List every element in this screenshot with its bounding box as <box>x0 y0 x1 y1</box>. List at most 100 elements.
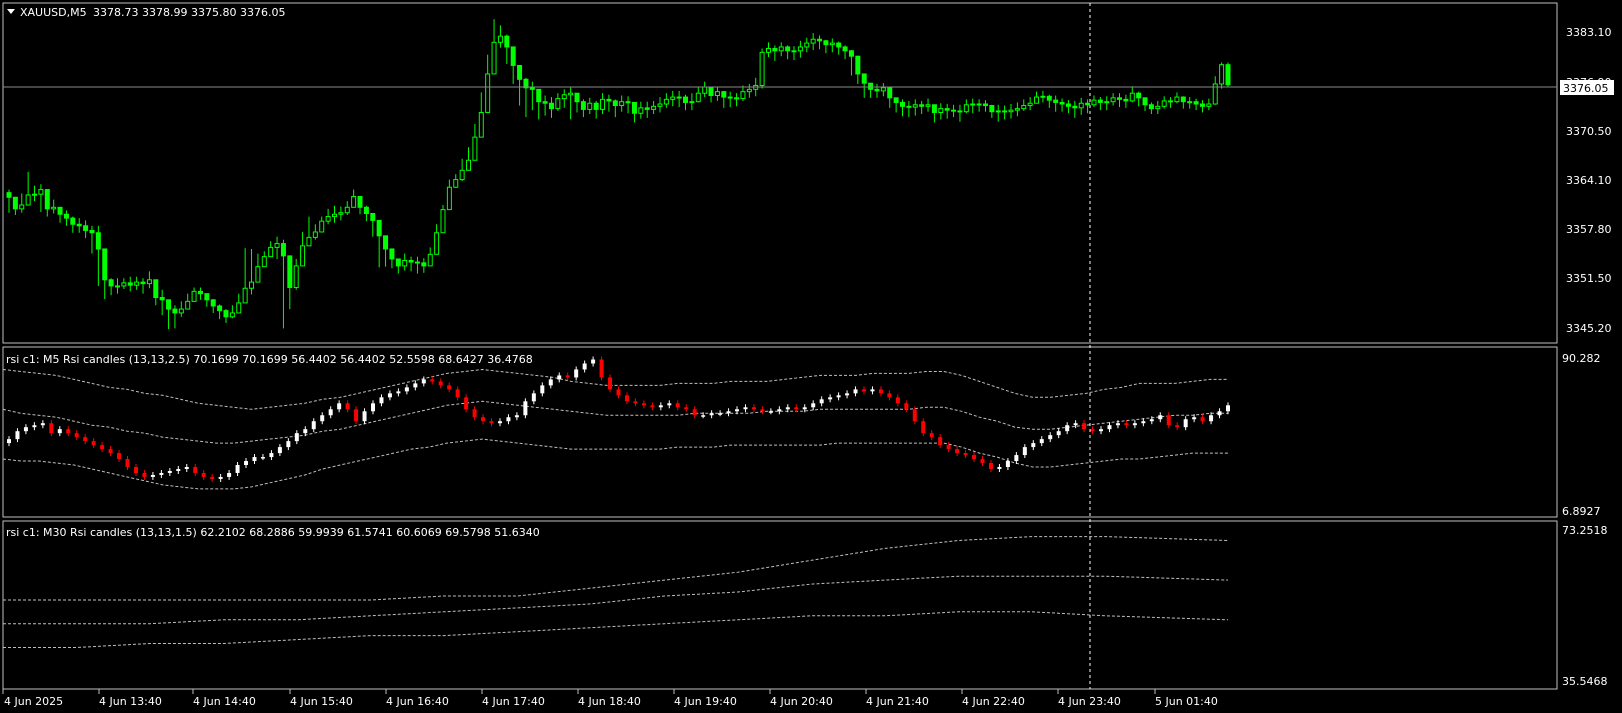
candle-body <box>453 179 459 188</box>
rsi-candle-body <box>150 474 155 477</box>
rsi-lower-band <box>2 438 1228 490</box>
time-tick: 4 Jun 23:40 <box>1058 695 1121 708</box>
rsi-candle-body <box>1005 461 1010 468</box>
rsi-candle-body <box>1073 423 1078 426</box>
candle-body <box>1046 95 1052 101</box>
candle-body <box>134 281 140 286</box>
rsi-candle-body <box>1226 405 1230 412</box>
candle-body <box>765 47 771 53</box>
candle-body <box>778 46 784 52</box>
time-tick: 4 Jun 18:40 <box>578 695 641 708</box>
time-tick: 4 Jun 16:40 <box>386 695 449 708</box>
candle-body <box>1168 100 1174 103</box>
rsi-candle-body <box>91 441 96 446</box>
candle-body <box>848 50 854 57</box>
candle-body <box>427 253 433 267</box>
candle-body <box>351 196 357 208</box>
candle-body <box>153 279 159 299</box>
rsi-candle-body <box>117 453 122 460</box>
candle-body <box>1072 105 1078 109</box>
candle-body <box>197 290 203 295</box>
candle-body <box>280 243 286 257</box>
candle-body <box>229 312 235 318</box>
rsi-candle-body <box>49 423 54 434</box>
candle-body <box>663 98 669 105</box>
candle-body <box>338 212 344 215</box>
candle-body <box>1053 99 1059 103</box>
candle-body <box>702 86 708 94</box>
rsi-candle-body <box>1065 425 1070 432</box>
rsi-candle-body <box>438 381 443 386</box>
rsi-candle-body <box>362 411 367 422</box>
rsi-candle-body <box>497 421 502 424</box>
rsi-candle-body <box>396 391 401 394</box>
rsi-candle-body <box>633 401 638 404</box>
rsi-candle-body <box>133 467 138 473</box>
candle-body <box>83 225 89 231</box>
candle-body <box>19 204 25 210</box>
candle-body <box>727 96 733 99</box>
rsi-candle-body <box>481 417 486 422</box>
rsi-candle-body <box>1175 425 1180 428</box>
candle-body <box>504 35 510 48</box>
m30-upper-band <box>3 536 1229 601</box>
rsi-candle-body <box>218 476 223 479</box>
rsi-candle-body <box>1166 415 1171 426</box>
rsi-candle-body <box>684 407 689 410</box>
rsi-m5-series <box>2 356 1230 490</box>
candle-body <box>689 101 695 104</box>
candle-body <box>957 110 963 113</box>
candle-body <box>670 96 676 100</box>
candle-body <box>376 219 382 237</box>
time-tick: 4 Jun 17:40 <box>482 695 545 708</box>
candle-body <box>395 258 401 267</box>
rsi-candle-body <box>447 385 452 390</box>
rsi-candle-body <box>785 407 790 410</box>
rsi-candle-body <box>184 467 189 470</box>
rsi-candle-body <box>938 437 943 446</box>
candle-body <box>880 87 886 92</box>
rsi-candle-body <box>455 389 460 398</box>
rsi-candle-body <box>1056 431 1061 436</box>
candle-body <box>963 104 969 113</box>
current-price-label: 3376.05 <box>1563 82 1609 95</box>
main-pane[interactable] <box>2 2 1558 344</box>
rsi-candle-body <box>853 389 858 394</box>
rsi-candle-body <box>1124 423 1129 426</box>
rsi-candle-body <box>159 472 164 475</box>
rsi-candle-body <box>709 413 714 416</box>
rsi-mid-band <box>2 400 1228 444</box>
candle-body <box>817 38 823 42</box>
rsi-candle-body <box>1183 419 1188 428</box>
candle-body <box>223 310 229 318</box>
candle-body <box>1148 104 1154 110</box>
rsi-m30-label: rsi c1: M30 Rsi candles (13,13,1.5) 62.2… <box>6 526 540 539</box>
time-tick: 4 Jun 2025 <box>4 695 63 708</box>
rsi-candle-body <box>988 463 993 470</box>
rsi-candle-body <box>845 393 850 396</box>
candle-body <box>319 220 325 233</box>
candle-body <box>1199 103 1205 107</box>
candle-body <box>459 169 465 181</box>
candle-body <box>931 104 937 113</box>
rsi-candle-body <box>277 447 282 454</box>
candle-body <box>414 261 420 264</box>
candle-body <box>976 103 982 106</box>
rsi-candle-body <box>1107 425 1112 430</box>
candle-body <box>1027 102 1033 107</box>
dropdown-triangle-icon[interactable] <box>7 9 15 14</box>
candle-body <box>140 281 146 285</box>
candle-body <box>1219 64 1225 85</box>
candle-body <box>900 101 906 107</box>
rsi-candle-body <box>760 409 765 412</box>
rsi-m30-pane[interactable] <box>2 520 1558 690</box>
rsi-candle-body <box>227 472 232 477</box>
rsi-candle-body <box>819 399 824 404</box>
candle-body <box>580 101 586 110</box>
candle-body <box>363 206 369 214</box>
rsi-candle-body <box>1115 423 1120 426</box>
rsi-m30-scale-bottom: 35.5468 <box>1562 675 1608 688</box>
candle-body <box>1104 101 1110 104</box>
rsi-m5-pane[interactable] <box>2 346 1558 518</box>
candle-body <box>631 101 637 114</box>
